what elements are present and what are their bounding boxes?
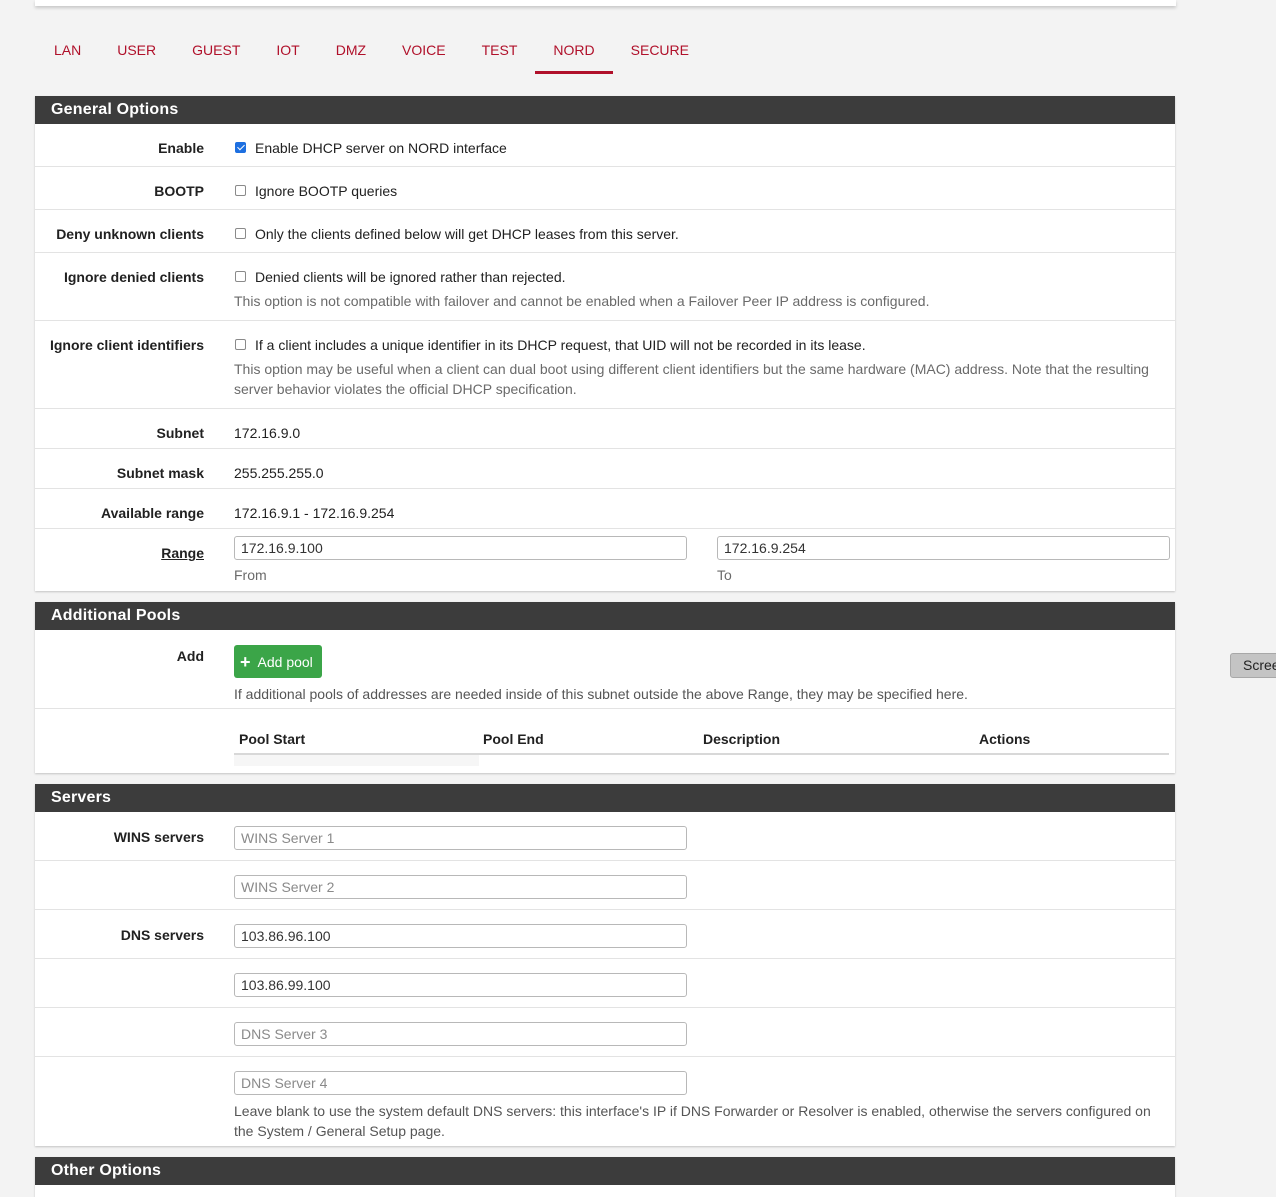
tab-nord[interactable]: NORD — [535, 26, 613, 74]
subnet-label: Subnet — [156, 425, 204, 441]
enable-label: Enable — [158, 140, 204, 156]
tab-guest[interactable]: GUEST — [174, 26, 258, 74]
other-options-panel: Other Options — [35, 1157, 1175, 1197]
dns4-row: DNS Server 4 Leave blank to use the syst… — [35, 1057, 1175, 1146]
tab-user[interactable]: USER — [99, 26, 174, 74]
ignore-denied-label: Ignore denied clients — [63, 269, 204, 285]
interface-tabs: LAN USER GUEST IOT DMZ VOICE TEST NORD S… — [36, 26, 707, 76]
add-label: Add — [176, 648, 204, 664]
available-range-row: Available range 172.16.9.1 - 172.16.9.25… — [35, 489, 1175, 529]
tab-dmz[interactable]: DMZ — [318, 26, 384, 74]
ignore-denied-checkbox[interactable] — [235, 271, 246, 282]
deny-unknown-row: Deny unknown clients Only the clients de… — [35, 210, 1175, 253]
ignore-ids-text: If a client includes a unique identifier… — [255, 337, 866, 353]
dns-servers-label: DNS servers — [120, 927, 204, 943]
pool-start-header: Pool Start — [239, 731, 306, 747]
table-empty-row — [234, 755, 479, 766]
pool-end-header: Pool End — [483, 731, 544, 747]
deny-unknown-checkbox[interactable] — [235, 228, 246, 239]
subnet-mask-value: 255.255.255.0 — [234, 465, 324, 481]
bootp-row: BOOTP Ignore BOOTP queries — [35, 167, 1175, 210]
tab-secure[interactable]: SECURE — [613, 26, 707, 74]
dns-help: Leave blank to use the system default DN… — [234, 1103, 1151, 1139]
ignore-ids-row: Ignore client identifiers If a client in… — [35, 321, 1175, 409]
subnet-row: Subnet 172.16.9.0 — [35, 409, 1175, 449]
ignore-denied-text: Denied clients will be ignored rather th… — [255, 269, 566, 285]
subnet-mask-row: Subnet mask 255.255.255.0 — [35, 449, 1175, 489]
add-pool-button-label: Add pool — [257, 653, 313, 670]
dns-server-3-input[interactable]: DNS Server 3 — [234, 1022, 687, 1046]
subnet-mask-label: Subnet mask — [116, 465, 204, 481]
enable-checkbox[interactable] — [235, 142, 246, 153]
dns2-row: 103.86.99.100 — [35, 959, 1175, 1008]
subnet-value: 172.16.9.0 — [234, 425, 301, 441]
ignore-ids-checkbox[interactable] — [235, 339, 246, 350]
pool-table-row: Pool Start Pool End Description Actions — [35, 709, 1175, 773]
wins-server-1-input[interactable]: WINS Server 1 — [234, 826, 687, 850]
range-to-label: To — [717, 567, 732, 583]
wins-server-2-input[interactable]: WINS Server 2 — [234, 875, 687, 899]
available-range-value: 172.16.9.1 - 172.16.9.254 — [234, 505, 395, 521]
tab-voice[interactable]: VOICE — [384, 26, 464, 74]
ignore-denied-row: Ignore denied clients Denied clients wil… — [35, 253, 1175, 321]
top-bar — [35, 0, 1176, 6]
range-from-input[interactable]: 172.16.9.100 — [234, 536, 687, 560]
add-pool-row: Add + Add pool If additional pools of ad… — [35, 630, 1175, 709]
add-pool-button[interactable]: + Add pool — [234, 645, 322, 678]
wins1-row: WINS servers WINS Server 1 — [35, 812, 1175, 861]
available-range-label: Available range — [101, 505, 204, 521]
enable-row: Enable Enable DHCP server on NORD interf… — [35, 124, 1175, 167]
ignore-denied-help: This option is not compatible with failo… — [234, 293, 930, 309]
enable-text: Enable DHCP server on NORD interface — [255, 140, 507, 156]
tab-lan[interactable]: LAN — [36, 26, 99, 74]
general-options-heading: General Options — [35, 96, 1175, 124]
tab-iot[interactable]: IOT — [258, 26, 317, 74]
wins2-row: WINS Server 2 — [35, 861, 1175, 910]
deny-unknown-label: Deny unknown clients — [56, 226, 204, 242]
range-row: Range 172.16.9.100 172.16.9.254 From To — [35, 529, 1175, 591]
deny-unknown-text: Only the clients defined below will get … — [255, 226, 679, 242]
other-options-heading: Other Options — [35, 1157, 1175, 1185]
dns1-row: DNS servers 103.86.96.100 — [35, 910, 1175, 959]
dns-server-4-input[interactable]: DNS Server 4 — [234, 1071, 687, 1095]
plus-icon: + — [240, 651, 251, 672]
servers-panel: Servers WINS servers WINS Server 1 WINS … — [35, 784, 1175, 1146]
actions-header: Actions — [979, 731, 1031, 747]
bootp-text: Ignore BOOTP queries — [255, 183, 398, 199]
bootp-checkbox[interactable] — [235, 185, 246, 196]
dns-server-1-input[interactable]: 103.86.96.100 — [234, 924, 687, 948]
ignore-ids-label: Ignore client identifiers — [49, 337, 204, 353]
add-pool-help: If additional pools of addresses are nee… — [234, 686, 968, 702]
additional-pools-heading: Additional Pools — [35, 602, 1175, 630]
servers-heading: Servers — [35, 784, 1175, 812]
range-label: Range — [161, 545, 204, 561]
general-options-panel: General Options Enable Enable DHCP serve… — [35, 96, 1175, 591]
bootp-label: BOOTP — [154, 183, 204, 199]
side-screenshot-button[interactable]: Scree — [1230, 653, 1276, 678]
description-header: Description — [703, 731, 781, 747]
dns-server-2-input[interactable]: 103.86.99.100 — [234, 973, 687, 997]
wins-servers-label: WINS servers — [113, 829, 204, 845]
tab-test[interactable]: TEST — [464, 26, 536, 74]
additional-pools-panel: Additional Pools Add + Add pool If addit… — [35, 602, 1175, 773]
range-to-input[interactable]: 172.16.9.254 — [717, 536, 1170, 560]
ignore-ids-help: This option may be useful when a client … — [234, 361, 1149, 397]
dns3-row: DNS Server 3 — [35, 1008, 1175, 1057]
